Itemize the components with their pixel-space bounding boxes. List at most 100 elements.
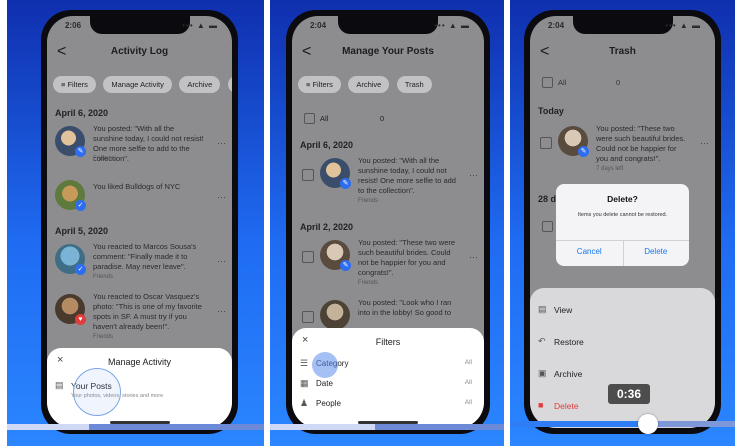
video-timestamp: 0:36 (608, 384, 650, 404)
select-all-row[interactable]: All 0 (304, 112, 472, 126)
more-icon[interactable]: ⋯ (469, 252, 478, 263)
menu-item-archive[interactable]: ▣ Archive (538, 364, 707, 384)
list-item[interactable]: ✎ You posted: "With all the sunshine tod… (302, 156, 478, 210)
filter-value: All (464, 359, 472, 366)
menu-item-restore[interactable]: ↶ Restore (538, 332, 707, 352)
video-seek-bar[interactable] (270, 424, 504, 430)
status-time: 2:04 (310, 21, 327, 30)
filter-value: All (464, 379, 472, 386)
menu-label: Archive (554, 369, 583, 379)
panel-activity-log: 2:06 ••• ▲ ▬ < Activity Log ≡ Filters Ma… (7, 0, 264, 446)
item-text: You posted: "These two were such beautif… (358, 238, 456, 277)
sheet-title: Filters (375, 337, 401, 347)
person-icon: ♟ (300, 398, 309, 408)
more-icon[interactable]: ⋯ (700, 138, 709, 149)
video-seek-bar[interactable] (510, 414, 735, 434)
like-badge-icon: ✓ (75, 264, 86, 275)
view-icon: ▤ (538, 304, 547, 314)
list-item[interactable]: ♥ You reacted to Oscar Vasquez's photo: … (53, 292, 226, 346)
date-heading: April 6, 2020 (300, 140, 354, 150)
delete-dialog: Delete? Items you delete cannot be resto… (556, 184, 689, 266)
signal-icons: ••• ▲ ▬ (182, 21, 218, 30)
post-badge-icon: ✎ (340, 178, 351, 189)
seek-progress (7, 424, 90, 430)
panel-manage-posts: 2:04 ••• ▲ ▬ < Manage Your Posts ≡ Filte… (270, 0, 504, 446)
list-item[interactable]: ✎ You posted: "These two were such beaut… (302, 238, 478, 292)
chip-filters[interactable]: ≡ Filters (298, 76, 341, 93)
chip-trash[interactable]: T (227, 76, 232, 93)
video-seek-bar[interactable] (7, 424, 264, 430)
select-all-row[interactable]: All 0 (542, 76, 703, 90)
filter-row-date[interactable]: ▦ Date All (300, 374, 476, 394)
more-icon[interactable]: ⋯ (217, 192, 226, 203)
menu-label: Restore (554, 337, 584, 347)
item-text: You reacted to Marcos Sousa's comment: "… (93, 242, 197, 271)
signal-icons: ••• ▲ ▬ (665, 21, 701, 30)
filter-value: All (464, 399, 472, 406)
more-icon[interactable]: ⋯ (217, 256, 226, 267)
item-text: You posted: "These two were such beautif… (596, 124, 686, 163)
chip-archive[interactable]: Archive (348, 76, 390, 93)
privacy-label: Friends (93, 274, 114, 280)
dialog-title: Delete? (607, 194, 638, 204)
filter-chips: ≡ Filters Archive Trash (298, 74, 484, 96)
filter-row-people[interactable]: ♟ People All (300, 394, 476, 414)
cancel-button[interactable]: Cancel (556, 247, 623, 256)
list-item[interactable]: ✓ You liked Bulldogs of NYC ⋯ (53, 178, 226, 232)
days-left-label: 7 days left (596, 166, 624, 172)
item-text: You reacted to Oscar Vasquez's photo: "T… (93, 292, 202, 331)
item-checkbox[interactable] (302, 251, 314, 263)
page-title: Trash (609, 46, 636, 57)
select-all-checkbox[interactable] (542, 77, 553, 88)
item-checkbox[interactable] (542, 221, 553, 232)
seek-thumb[interactable] (638, 414, 658, 434)
filter-label: People (316, 399, 341, 408)
menu-item-view[interactable]: ▤ View (538, 300, 707, 320)
select-all-label: All (558, 78, 567, 87)
page-title: Activity Log (110, 46, 169, 57)
selected-count: 0 (616, 78, 621, 87)
status-bar: 2:04 ••• ▲ ▬ (292, 21, 484, 33)
select-all-label: All (320, 114, 329, 123)
status-time: 2:04 (548, 21, 565, 30)
date-heading: 28 d (538, 194, 557, 204)
seek-progress (510, 421, 650, 427)
phone-frame: 2:06 ••• ▲ ▬ < Activity Log ≡ Filters Ma… (41, 10, 238, 434)
menu-label: View (554, 305, 573, 315)
chip-manage-activity[interactable]: Manage Activity (103, 76, 172, 93)
more-icon[interactable]: ⋯ (217, 306, 226, 317)
more-icon[interactable]: ⋯ (469, 170, 478, 181)
date-heading: Today (538, 106, 564, 116)
phone-screen: 2:06 ••• ▲ ▬ < Activity Log ≡ Filters Ma… (47, 16, 232, 428)
list-item[interactable]: ✎ You posted: "With all the sunshine tod… (53, 124, 226, 178)
avatar (320, 300, 350, 330)
nav-bar: < Trash (530, 38, 715, 66)
chip-trash[interactable]: Trash (396, 76, 432, 93)
chip-filters[interactable]: ≡ Filters (53, 76, 96, 93)
calendar-icon: ▦ (300, 378, 309, 388)
item-checkbox[interactable] (302, 311, 314, 323)
archive-icon: ▣ (538, 368, 547, 378)
date-heading: April 5, 2020 (55, 226, 109, 236)
list-item[interactable]: ✓ You reacted to Marcos Sousa's comment:… (53, 242, 226, 296)
list-item[interactable]: ✎ You posted: "These two were such beaut… (540, 124, 709, 178)
post-badge-icon: ✎ (340, 260, 351, 271)
item-checkbox[interactable] (540, 137, 552, 149)
item-checkbox[interactable] (302, 169, 314, 181)
date-heading: April 6, 2020 (55, 108, 109, 118)
touch-indicator (73, 368, 121, 416)
chip-archive[interactable]: Archive (179, 76, 221, 93)
privacy-label: Friends (358, 280, 379, 286)
dialog-message: Items you delete cannot be restored. (577, 212, 668, 218)
phone-frame: 2:04 ••• ▲ ▬ < Trash All 0 Today ✎ You p… (524, 10, 721, 434)
posts-icon: ▤ (55, 380, 64, 390)
phone-screen: 2:04 ••• ▲ ▬ < Manage Your Posts ≡ Filte… (292, 16, 484, 428)
item-text: You posted: "With all the sunshine today… (358, 156, 456, 195)
item-text: You posted: "Look who I ran into in the … (358, 298, 452, 317)
delete-button[interactable]: Delete (623, 247, 690, 256)
post-badge-icon: ✎ (578, 146, 589, 157)
list-icon: ☰ (300, 358, 309, 368)
more-icon[interactable]: ⋯ (217, 138, 226, 149)
nav-bar: < Activity Log (47, 38, 232, 66)
select-all-checkbox[interactable] (304, 113, 315, 124)
